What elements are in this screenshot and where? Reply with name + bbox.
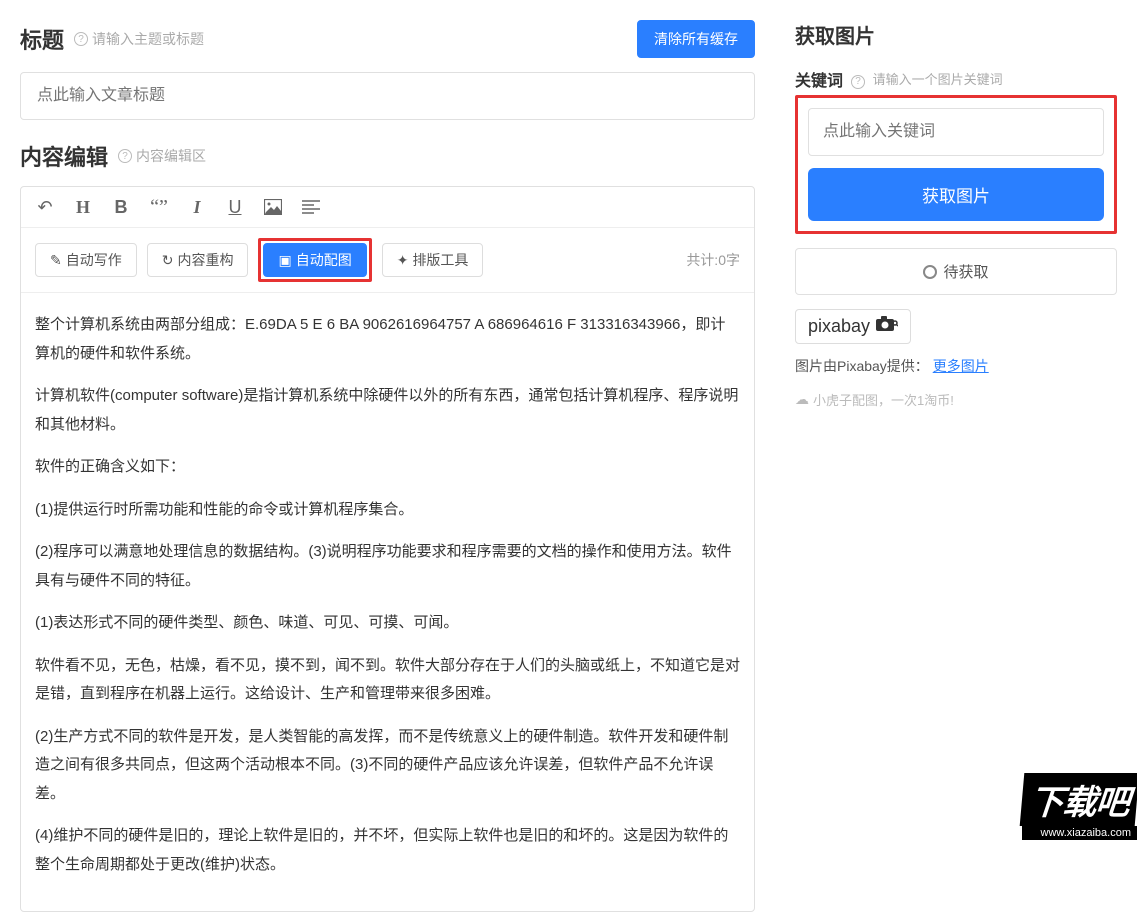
camera-icon — [876, 316, 898, 337]
italic-icon[interactable]: I — [187, 197, 207, 217]
heading-icon[interactable]: H — [73, 197, 93, 217]
bold-icon[interactable]: B — [111, 197, 131, 217]
keyword-highlight-box: 获取图片 — [795, 95, 1117, 234]
watermark-text: 下载吧 — [1020, 773, 1137, 826]
content-label: 内容编辑 ? 内容编辑区 — [20, 140, 206, 172]
content-section-header: 内容编辑 ? 内容编辑区 — [20, 140, 755, 172]
pending-button[interactable]: 待获取 — [795, 248, 1117, 295]
paragraph: (1)提供运行时所需功能和性能的命令或计算机程序集合。 — [35, 496, 740, 525]
cloud-icon: ☁ — [795, 391, 809, 408]
content-rebuild-button[interactable]: ↻ 内容重构 — [147, 243, 249, 277]
circle-icon — [923, 265, 937, 279]
paragraph: (4)维护不同的硬件是旧的，理论上软件是旧的，并不坏，但实际上软件也是旧的和坏的… — [35, 822, 740, 879]
info-icon: ? — [74, 32, 88, 46]
align-icon[interactable] — [301, 197, 321, 217]
title-label-text: 标题 — [20, 23, 64, 55]
paragraph: (1)表达形式不同的硬件类型、颜色、味道、可见、可摸、可闻。 — [35, 609, 740, 638]
paragraph: (2)生产方式不同的软件是开发，是人类智能的高发挥，而不是传统意义上的硬件制造。… — [35, 723, 740, 809]
layout-tool-button[interactable]: ✦ 排版工具 — [382, 243, 484, 277]
title-hint: ? 请输入主题或标题 — [74, 29, 204, 49]
editor-content[interactable]: 整个计算机系统由两部分组成：E.69DA 5 E 6 BA 9062616964… — [21, 293, 754, 911]
paragraph: 软件看不见，无色，枯燥，看不见，摸不到，闻不到。软件大部分存在于人们的头脑或纸上… — [35, 652, 740, 709]
editor-box: ↶ H B “” I U ✎ 自动写作 ↻ — [20, 186, 755, 912]
action-toolbar: ✎ 自动写作 ↻ 内容重构 ▣ 自动配图 ✦ 排版工具 共计:0字 — [21, 228, 754, 293]
fetch-image-button[interactable]: 获取图片 — [808, 168, 1104, 221]
word-count: 共计:0字 — [686, 250, 740, 270]
pencil-icon: ✎ — [50, 252, 62, 269]
paragraph: 计算机软件(computer software)是指计算机系统中除硬件以外的所有… — [35, 382, 740, 439]
keyword-label: 关键词 ? 请输入一个图片关键词 — [795, 67, 1117, 91]
watermark-url: www.xiazaiba.com — [1022, 826, 1137, 840]
format-toolbar: ↶ H B “” I U — [21, 187, 754, 228]
picture-icon: ▣ — [278, 252, 291, 269]
footer-note: ☁ 小虎子配图，一次1淘币! — [795, 390, 1117, 409]
image-icon[interactable] — [263, 197, 283, 217]
credit-line: 图片由Pixabay提供： 更多图片 — [795, 356, 1117, 376]
auto-image-button[interactable]: ▣ 自动配图 — [263, 243, 366, 277]
keyword-hint: ? 请输入一个图片关键词 — [851, 69, 1003, 89]
paragraph: 整个计算机系统由两部分组成：E.69DA 5 E 6 BA 9062616964… — [35, 311, 740, 368]
underline-icon[interactable]: U — [225, 197, 245, 217]
title-input[interactable] — [20, 72, 755, 120]
info-icon: ? — [118, 149, 132, 163]
more-images-link[interactable]: 更多图片 — [933, 358, 989, 374]
keyword-input[interactable] — [808, 108, 1104, 156]
watermark: 下载吧 www.xiazaiba.com — [1022, 773, 1137, 840]
undo-icon[interactable]: ↶ — [35, 197, 55, 217]
auto-write-button[interactable]: ✎ 自动写作 — [35, 243, 137, 277]
tool-icon: ✦ — [397, 252, 409, 269]
title-label: 标题 ? 请输入主题或标题 — [20, 23, 204, 55]
refresh-icon: ↻ — [162, 252, 174, 269]
quote-icon[interactable]: “” — [149, 197, 169, 217]
info-icon: ? — [851, 75, 865, 89]
paragraph: (2)程序可以满意地处理信息的数据结构。(3)说明程序功能要求和程序需要的文档的… — [35, 538, 740, 595]
paragraph: 软件的正确含义如下： — [35, 453, 740, 482]
pixabay-badge: pixabay — [795, 309, 911, 344]
highlight-box: ▣ 自动配图 — [258, 238, 371, 282]
title-section-header: 标题 ? 请输入主题或标题 清除所有缓存 — [20, 20, 755, 58]
content-hint: ? 内容编辑区 — [118, 146, 206, 166]
clear-cache-button[interactable]: 清除所有缓存 — [637, 20, 755, 58]
sidebar: 获取图片 关键词 ? 请输入一个图片关键词 获取图片 待获取 pixabay 图… — [775, 0, 1137, 860]
sidebar-title: 获取图片 — [795, 20, 1117, 49]
content-label-text: 内容编辑 — [20, 140, 108, 172]
